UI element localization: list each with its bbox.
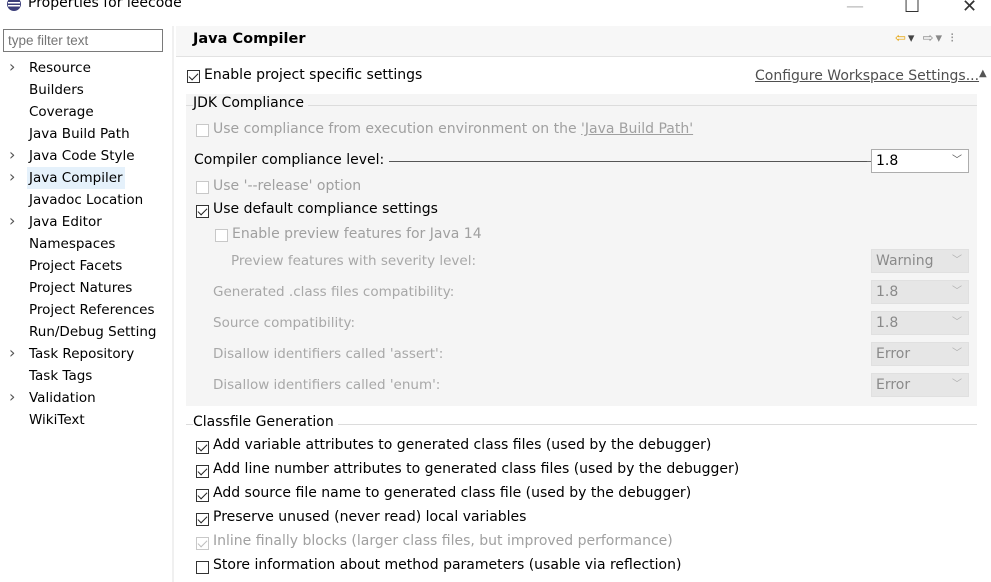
- preview-severity-label: Preview features with severity level:: [231, 253, 476, 269]
- page-title: Java Compiler: [193, 31, 306, 47]
- use-compliance-ee-label: Use compliance from execution environmen…: [213, 121, 694, 137]
- back-arrow-icon[interactable]: ⇦: [895, 31, 908, 46]
- chevron-down-icon: ﹀: [952, 379, 962, 390]
- enable-project-specific-label: Enable project specific settings: [204, 67, 423, 83]
- source-file-name-label: Add source file name to generated class …: [213, 485, 692, 501]
- maximize-button[interactable]: ☐: [904, 0, 920, 17]
- inline-finally-checkbox[interactable]: [196, 537, 209, 550]
- line-number-label: Add line number attributes to generated …: [213, 461, 740, 477]
- scroll-up-icon[interactable]: ▲: [979, 68, 987, 79]
- chevron-right-icon[interactable]: ›: [9, 144, 15, 166]
- assert-value: Error: [876, 346, 911, 362]
- method-parameters-checkbox[interactable]: [196, 561, 209, 574]
- minimize-button[interactable]: —: [846, 0, 864, 17]
- source-file-name-checkbox[interactable]: [196, 489, 209, 502]
- inline-finally-label: Inline finally blocks (larger class file…: [213, 533, 673, 549]
- chevron-right-icon[interactable]: ›: [9, 56, 15, 78]
- generated-class-label: Generated .class files compatibility:: [213, 284, 455, 300]
- tree-item-label: Java Compiler: [27, 167, 125, 189]
- tree-item-label: Task Repository: [29, 346, 135, 362]
- method-parameters-label: Store information about method parameter…: [213, 557, 682, 573]
- source-compat-dropdown[interactable]: 1.8 ﹀: [871, 311, 969, 335]
- eclipse-app-icon: [7, 0, 21, 11]
- chevron-right-icon[interactable]: ›: [9, 166, 15, 188]
- tree-item-label: Java Editor: [29, 214, 102, 230]
- chevron-down-icon: ﹀: [952, 286, 962, 297]
- close-button[interactable]: ✕: [962, 0, 977, 17]
- classfile-generation-title: Classfile Generation: [193, 414, 338, 430]
- chevron-down-icon: ﹀: [952, 255, 962, 266]
- generated-class-value: 1.8: [876, 284, 899, 300]
- jdk-compliance-title: JDK Compliance: [193, 95, 308, 111]
- enum-value: Error: [876, 377, 911, 393]
- forward-dropdown-icon[interactable]: ▾: [935, 31, 944, 46]
- configure-workspace-link[interactable]: Configure Workspace Settings...: [755, 68, 979, 84]
- variable-attributes-label: Add variable attributes to generated cla…: [213, 437, 712, 453]
- preview-severity-dropdown[interactable]: Warning ﹀: [871, 249, 969, 273]
- tree-item-label: Validation: [29, 390, 96, 406]
- release-option-checkbox[interactable]: [196, 181, 209, 194]
- tree-item-label: Java Code Style: [29, 148, 135, 164]
- forward-arrow-icon[interactable]: ⇨: [923, 31, 936, 46]
- tree-item-label: Project Facets: [29, 258, 123, 274]
- enable-preview-checkbox[interactable]: [215, 229, 228, 242]
- chevron-down-icon: ﹀: [952, 348, 962, 359]
- assert-label: Disallow identifiers called 'assert':: [213, 346, 444, 362]
- view-menu-icon[interactable]: ⁝: [950, 31, 956, 46]
- compliance-level-dropdown[interactable]: 1.8 ﹀: [871, 149, 969, 173]
- arrow-line: [389, 161, 867, 162]
- chevron-down-icon: ﹀: [952, 155, 962, 166]
- tree-item-label: Javadoc Location: [29, 192, 144, 208]
- tree-item-label: Builders: [29, 82, 84, 98]
- chevron-down-icon: ﹀: [952, 317, 962, 328]
- window-title: Properties for leecode: [28, 0, 182, 11]
- enable-preview-label: Enable preview features for Java 14: [232, 226, 482, 242]
- tree-item-label: Resource: [29, 60, 91, 76]
- compliance-level-label: Compiler compliance level:: [194, 152, 385, 168]
- release-option-label: Use '--release' option: [213, 178, 362, 194]
- tree-item-label: Java Build Path: [29, 126, 130, 142]
- generated-class-dropdown[interactable]: 1.8 ﹀: [871, 280, 969, 304]
- use-compliance-ee-checkbox[interactable]: [196, 124, 209, 137]
- chevron-right-icon[interactable]: ›: [9, 386, 15, 408]
- java-build-path-link[interactable]: 'Java Build Path': [581, 121, 693, 137]
- tree-item-label: Project Natures: [29, 280, 133, 296]
- source-compat-label: Source compatibility:: [213, 315, 356, 331]
- enum-dropdown[interactable]: Error ﹀: [871, 373, 969, 397]
- line-number-checkbox[interactable]: [196, 465, 209, 478]
- default-compliance-checkbox[interactable]: [196, 205, 209, 218]
- history-nav: ⇦▾ ⇨▾ ⁝: [895, 31, 956, 46]
- chevron-right-icon[interactable]: ›: [9, 342, 15, 364]
- variable-attributes-checkbox[interactable]: [196, 441, 209, 454]
- preview-severity-value: Warning: [876, 253, 934, 269]
- assert-dropdown[interactable]: Error ﹀: [871, 342, 969, 366]
- tree-item-label: Namespaces: [29, 236, 116, 252]
- tree-item-label: Task Tags: [29, 368, 93, 384]
- enable-project-specific-checkbox[interactable]: [187, 70, 200, 83]
- filter-input[interactable]: [3, 29, 163, 52]
- preserve-unused-label: Preserve unused (never read) local varia…: [213, 509, 527, 525]
- default-compliance-label: Use default compliance settings: [213, 201, 438, 217]
- back-dropdown-icon[interactable]: ▾: [908, 31, 917, 46]
- preserve-unused-checkbox[interactable]: [196, 513, 209, 526]
- pane-divider[interactable]: [172, 26, 174, 582]
- tree-item-label: Project References: [29, 302, 155, 318]
- enum-label: Disallow identifiers called 'enum':: [213, 377, 441, 393]
- chevron-right-icon[interactable]: ›: [9, 210, 15, 232]
- tree-item-label: Coverage: [29, 104, 94, 120]
- tree-item-label: Run/Debug Setting: [29, 324, 157, 340]
- source-compat-value: 1.8: [876, 315, 899, 331]
- compliance-level-value: 1.8: [876, 153, 899, 169]
- tree-item-label: WikiText: [29, 412, 85, 428]
